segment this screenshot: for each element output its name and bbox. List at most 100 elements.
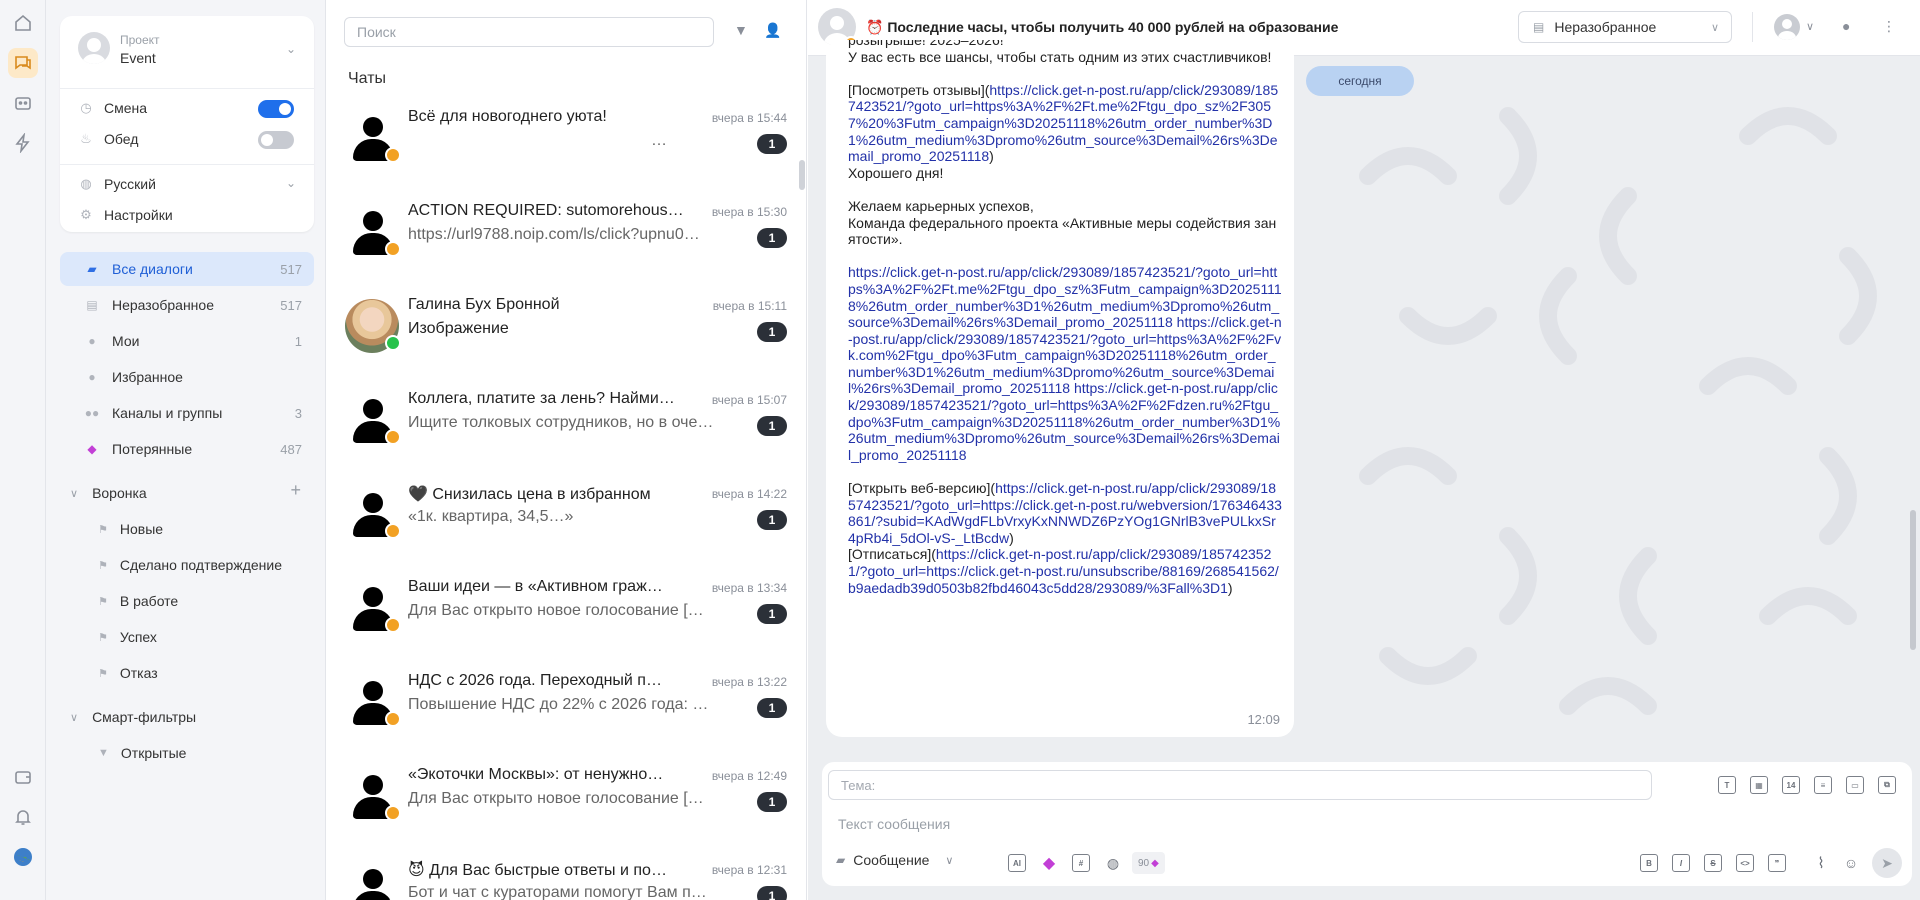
attach-icon[interactable]: ⌇ xyxy=(1812,854,1830,872)
shift-row: ◷ Смена xyxy=(78,96,147,120)
nav-channels[interactable]: ●● Каналы и группы 3 xyxy=(60,396,314,430)
nav-label: Неразобранное xyxy=(112,297,214,313)
chat-item-title: 😈 Для Вас быстрые ответы и по… xyxy=(408,862,667,879)
divider xyxy=(60,88,314,89)
date-14-icon[interactable]: 14 xyxy=(1782,776,1800,794)
chat-item-title: НДС с 2026 года. Переходный п… xyxy=(408,672,662,689)
list-title: Чаты xyxy=(348,70,387,87)
smart-filter-open[interactable]: ▼ Открытые xyxy=(98,745,186,761)
clipboard-icon[interactable]: ▭ xyxy=(1846,776,1864,794)
funnel-item-success[interactable]: ⚑ Успех xyxy=(98,629,157,645)
emoji-icon[interactable]: ☺ xyxy=(1842,854,1860,872)
chat-list-item[interactable]: 🖤 Снизилась цена в избранном «1к. квартир… xyxy=(327,469,806,563)
send-button[interactable]: ➤ xyxy=(1872,848,1902,878)
nav-mine[interactable]: ● Мои 1 xyxy=(60,324,314,358)
ai-icon[interactable]: AI xyxy=(1008,854,1026,872)
chat-list-item[interactable]: НДС с 2026 года. Переходный п… Повышение … xyxy=(327,657,806,751)
bold-icon[interactable]: B xyxy=(1640,854,1658,872)
more-icon[interactable]: ⋮ xyxy=(1882,18,1896,35)
char-counter-value: 90 xyxy=(1138,857,1150,869)
chat-list-item[interactable]: ACTION REQUIRED: sutomorehouse… https://u… xyxy=(327,187,806,281)
lightning-icon[interactable] xyxy=(8,128,38,158)
funnel-item-new[interactable]: ⚑ Новые xyxy=(98,521,163,537)
status-select[interactable]: ▤ Неразобранное ∨ xyxy=(1518,11,1732,43)
shift-toggle[interactable] xyxy=(258,100,294,118)
smart-filters-section[interactable]: ∨ Смарт-фильтры xyxy=(70,709,196,725)
message-input[interactable]: Текст сообщения xyxy=(838,816,950,832)
avatar-head xyxy=(363,399,383,419)
filter-icon[interactable]: ▼ xyxy=(734,22,748,38)
chevron-down-icon[interactable]: ⌄ xyxy=(286,176,296,190)
topic-input[interactable] xyxy=(828,770,1652,800)
funnel-item-confirmed[interactable]: ⚑ Сделано подтверждение xyxy=(98,557,282,573)
chat-title: ⏰ Последние часы, чтобы получить 40 000 … xyxy=(866,19,1339,35)
italic-icon[interactable]: I xyxy=(1672,854,1690,872)
bot-icon[interactable] xyxy=(8,88,38,118)
calendar-icon[interactable]: ▦ xyxy=(1750,776,1768,794)
chat-item-preview: «1к. квартира, 34,5…» xyxy=(408,508,574,525)
scrollbar[interactable] xyxy=(799,160,805,190)
funnel-item-in-progress[interactable]: ⚑ В работе xyxy=(98,593,178,609)
template-icon[interactable]: T xyxy=(1718,776,1736,794)
add-icon[interactable]: + xyxy=(290,480,301,501)
chats-icon[interactable] xyxy=(8,48,38,78)
avatar xyxy=(345,111,401,167)
strike-icon[interactable]: S xyxy=(1704,854,1722,872)
chat-list-item[interactable]: 😈 Для Вас быстрые ответы и по… Бот и чат … xyxy=(327,845,806,900)
chat-list-item[interactable]: Галина Бух Бронной Изображение вчера в 15:… xyxy=(327,281,806,375)
settings-link[interactable]: ⚙ Настройки xyxy=(78,203,172,227)
search-icon[interactable]: ● xyxy=(1842,18,1850,34)
nav-unsorted[interactable]: ▤ Неразобранное 517 xyxy=(60,288,314,322)
copy-icon[interactable]: ⧉ xyxy=(1878,776,1896,794)
nav-lost[interactable]: ◆ Потерянные 487 xyxy=(60,432,314,466)
wallet-icon[interactable] xyxy=(8,762,38,792)
clock-icon: ◷ xyxy=(80,100,92,115)
avatar xyxy=(345,581,401,637)
chat-list-item[interactable]: Всё для новогоднего уюта! … вчера в 15:44 1 xyxy=(327,93,806,187)
funnel-item-refusal[interactable]: ⚑ Отказ xyxy=(98,665,158,681)
star-icon: ● xyxy=(88,370,96,384)
chevron-down-icon: ∨ xyxy=(70,711,79,724)
language-label: Русский xyxy=(104,176,156,192)
globe-icon[interactable]: ◍ xyxy=(1104,854,1122,872)
unread-badge: 1 xyxy=(757,416,787,436)
search-input[interactable] xyxy=(344,17,714,47)
whatsapp-icon xyxy=(385,335,401,351)
lunch-toggle[interactable] xyxy=(258,131,294,149)
chevron-down-icon[interactable]: ∨ xyxy=(1806,20,1814,33)
funnel-item-label: Отказ xyxy=(119,665,158,681)
chat-list-panel: ▼ 👤 Чаты Всё для новогоднего уюта! … вчера… xyxy=(327,0,807,900)
note-icon[interactable]: ≡ xyxy=(1814,776,1832,794)
chat-list-item[interactable]: «Экоточки Москвы»: от ненужно… Для Вас от… xyxy=(327,751,806,845)
bell-icon[interactable] xyxy=(8,802,38,832)
chat-list-item[interactable]: Ваши идеи — в «Активном граж… Для Вас отк… xyxy=(327,563,806,657)
message-text-segment: ) xyxy=(1227,579,1233,596)
chat-list-item[interactable]: Коллега, платите за лень? Найми… Ищите то… xyxy=(327,375,806,469)
shift-label: Смена xyxy=(104,100,148,116)
avatar-head xyxy=(363,493,383,513)
home-icon[interactable] xyxy=(8,8,38,38)
globe-avatar-icon[interactable] xyxy=(8,842,38,872)
language-select[interactable]: ◍ Русский xyxy=(78,172,156,196)
globe-icon: ◍ xyxy=(80,176,92,191)
nav-all-dialogs[interactable]: ▰ Все диалоги 517 xyxy=(60,252,314,286)
avatar-body xyxy=(353,891,393,900)
chat-item-time: вчера в 13:34 xyxy=(711,581,787,595)
hashtag-icon[interactable]: # xyxy=(1072,854,1090,872)
message-type-value: Сообщение xyxy=(853,852,930,868)
diamond-icon[interactable]: ◆ xyxy=(1040,854,1058,872)
unread-badge: 1 xyxy=(757,886,787,900)
strike-glyph: S xyxy=(1710,858,1716,868)
assignee-avatar[interactable] xyxy=(1774,14,1800,40)
message-type-select[interactable]: ▰ Сообщение ∨ xyxy=(836,852,953,868)
add-contact-icon[interactable]: 👤 xyxy=(764,22,781,39)
project-name[interactable]: Event xyxy=(120,50,156,66)
code-icon[interactable]: <> xyxy=(1736,854,1754,872)
lunch-label: Обед xyxy=(104,131,139,147)
nav-favorites[interactable]: ● Избранное xyxy=(60,360,314,394)
diamond-icon: ◆ xyxy=(87,442,97,456)
quote-icon[interactable]: ❞ xyxy=(1768,854,1786,872)
funnel-section[interactable]: ∨ Воронка xyxy=(70,485,147,501)
scrollbar[interactable] xyxy=(1910,510,1916,650)
chevron-down-icon[interactable]: ⌄ xyxy=(286,42,296,56)
